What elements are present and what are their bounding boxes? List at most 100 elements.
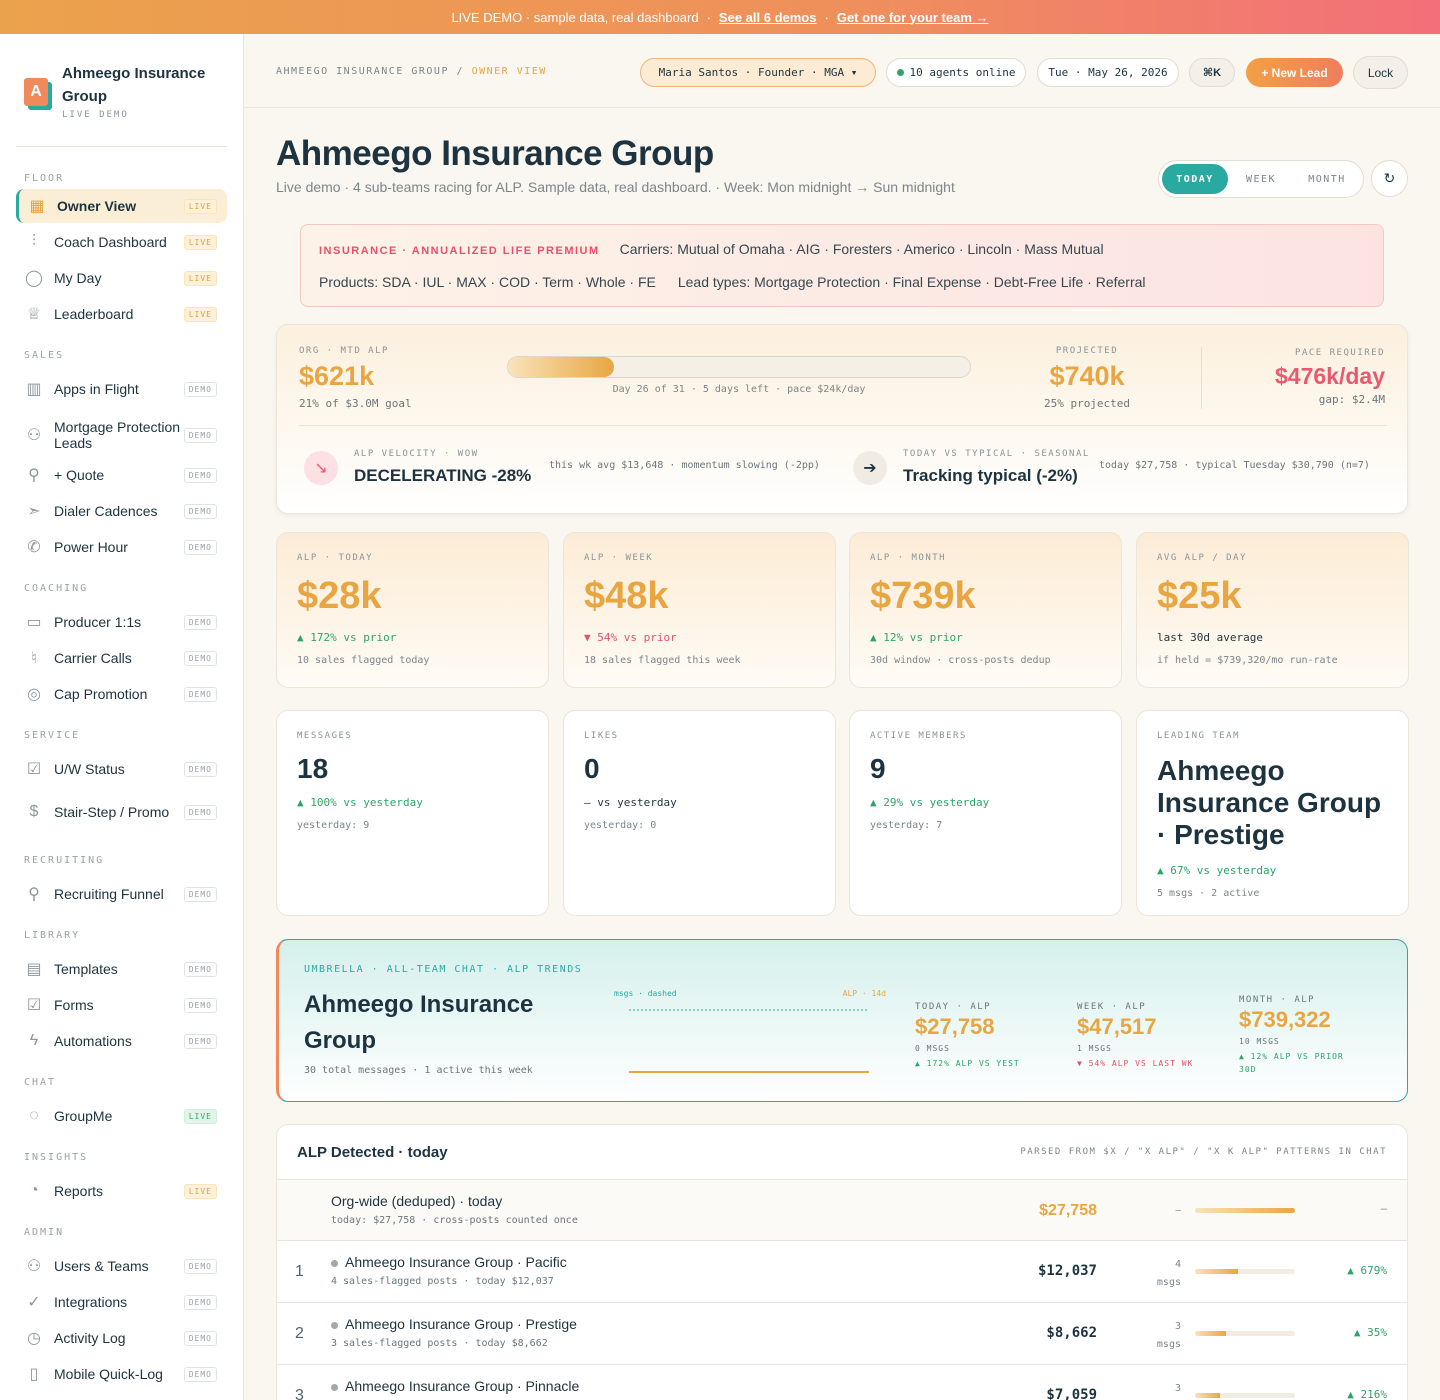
lock-button[interactable]: Lock — [1353, 56, 1408, 89]
umbrella-label: UMBRELLA · ALL-TEAM CHAT · ALP TRENDS — [304, 964, 583, 975]
refresh-button[interactable]: ↻ — [1371, 160, 1408, 197]
sidebar-item-label: Forms — [54, 997, 94, 1013]
sidebar-section-label: FLOOR — [24, 173, 65, 184]
table-row[interactable]: 2 Ahmeego Insurance Group · Prestige 3 sal… — [277, 1302, 1407, 1363]
table-row[interactable]: 1 Ahmeego Insurance Group · Pacific 4 sale… — [277, 1240, 1407, 1301]
table-row-org[interactable]: Org-wide (deduped) · today today: $27,75… — [277, 1179, 1407, 1240]
row-share-fill — [1195, 1393, 1220, 1398]
row-msgs-label: msgs — [1156, 1277, 1181, 1288]
sidebar-item-coach-dashboard[interactable]: ⫶ Coach Dashboard LIVE — [16, 225, 227, 259]
sidebar-section-label: SERVICE — [24, 730, 81, 741]
sidebar-item-apps-in-flight[interactable]: ▥ Apps in Flight DEMO — [16, 372, 227, 406]
status-badge: DEMO — [183, 1033, 217, 1049]
row-sub: 4 sales-flagged posts · today $12,037 — [331, 1276, 554, 1287]
breadcrumb-org[interactable]: AHMEEGO INSURANCE GROUP — [276, 66, 449, 77]
alp-card-3: AVG ALP / DAY $25k last 30d average if held… — [1136, 532, 1409, 688]
sidebar-item-quote[interactable]: ⚲ + Quote DEMO — [16, 458, 227, 492]
sidebar-item-label: Automations — [54, 1033, 132, 1049]
alp-card-1: ALP · WEEK $48k ▼ 54% vs prior 18 sales fla… — [563, 532, 836, 688]
tab-today[interactable]: TODAY — [1162, 164, 1228, 194]
sidebar-item-reports[interactable]: ◔ Reports LIVE — [16, 1174, 227, 1208]
card-value: $25k — [1157, 575, 1242, 617]
get-one-link[interactable]: Get one for your team → — [837, 10, 989, 25]
sidebar-item-automations[interactable]: ϟ Automations DEMO — [16, 1024, 227, 1058]
row-msgs: 3 msgs — [1149, 1318, 1181, 1354]
sidebar-item-carrier-calls[interactable]: ♮ Carrier Calls DEMO — [16, 641, 227, 675]
umbrella-col-label: TODAY · ALP — [915, 1002, 992, 1012]
sidebar-item-activity-log[interactable]: ◷ Activity Log DEMO — [16, 1321, 227, 1355]
row-share-fill — [1195, 1269, 1238, 1274]
sidebar-item-stair-step-promo[interactable]: $ Stair-Step / Promo DEMO — [16, 795, 227, 829]
status-badge: LIVE — [183, 234, 217, 250]
status-badge: DEMO — [183, 804, 217, 820]
status-badge: LIVE — [183, 198, 217, 214]
umbrella-col-msgs: 0 MSGS — [915, 1044, 950, 1053]
sidebar-item-label: Carrier Calls — [54, 650, 132, 666]
tab-week[interactable]: WEEK — [1228, 164, 1294, 194]
brand-sub: LIVE DEMO — [62, 110, 129, 120]
umbrella-card[interactable]: UMBRELLA · ALL-TEAM CHAT · ALP TRENDS Ah… — [276, 939, 1408, 1102]
row-name-text: Ahmeego Insurance Group · Prestige — [345, 1316, 577, 1332]
sidebar-item-label: Users & Teams — [54, 1258, 149, 1274]
sidebar-item-leaderboard[interactable]: ♕ Leaderboard LIVE — [16, 297, 227, 331]
sidebar-item-my-day[interactable]: ◯ My Day LIVE — [16, 261, 227, 295]
sidebar-item-integrations[interactable]: ✓ Integrations DEMO — [16, 1285, 227, 1319]
org-goal: 21% of $3.0M goal — [299, 397, 412, 410]
command-k-button[interactable]: ⌘K — [1189, 58, 1235, 87]
leading-team-name: Ahmeego Insurance Group · Prestige — [1157, 755, 1382, 850]
sidebar-section-label: RECRUITING — [24, 855, 105, 866]
sidebar-item-dialer-cadences[interactable]: ➣ Dialer Cadences DEMO — [16, 494, 227, 528]
row-msgs-count: 3 — [1174, 1321, 1181, 1332]
sidebar-item-recruiting-funnel[interactable]: ⚲ Recruiting Funnel DEMO — [16, 877, 227, 911]
lead-types-text: Lead types: Mortgage Protection · Final … — [677, 274, 1146, 290]
sidebar-item-mobile-quick-log[interactable]: ▯ Mobile Quick-Log DEMO — [16, 1357, 227, 1391]
users-icon: ⚇ — [26, 427, 42, 444]
umbrella-col-delta: ▲ 172% ALP VS YEST — [915, 1059, 1020, 1068]
row-share-bar — [1195, 1331, 1295, 1336]
umbrella-col-label: WEEK · ALP — [1077, 1002, 1147, 1012]
card-delta: ▼ 54% vs prior — [584, 631, 677, 644]
sidebar-item-label: Cap Promotion — [54, 686, 148, 702]
sidebar-item-power-hour[interactable]: ✆ Power Hour DEMO — [16, 530, 227, 564]
table-hint: PARSED FROM $X / "X ALP" / "X K ALP" PAT… — [1020, 1147, 1387, 1157]
sidebar-item-users-teams[interactable]: ⚇ Users & Teams DEMO — [16, 1249, 227, 1283]
sidebar-item-groupme[interactable]: ◌ GroupMe LIVE — [16, 1099, 227, 1133]
umbrella-note: 30 total messages · 1 active this week — [304, 1065, 533, 1076]
sidebar-item-label: Apps in Flight — [54, 381, 139, 397]
user-plus-icon: ⚲ — [28, 467, 40, 484]
sidebar-item-templates[interactable]: ▤ Templates DEMO — [16, 952, 227, 986]
sidebar-item-forms[interactable]: ☑ Forms DEMO — [16, 988, 227, 1022]
status-badge: DEMO — [183, 761, 217, 777]
card-label: ALP · MONTH — [870, 553, 947, 563]
sidebar-item-mortgage-protection-leads[interactable]: ⚇ Mortgage Protection Leads DEMO — [16, 415, 227, 455]
row-share-fill — [1195, 1331, 1226, 1336]
sidebar-item-owner-view[interactable]: ▦ Owner View LIVE — [16, 189, 227, 223]
kanban-icon: ▥ — [26, 381, 42, 398]
sidebar-section-label: INSIGHTS — [24, 1152, 89, 1163]
sidebar-item-label: Activity Log — [54, 1330, 126, 1346]
see-all-demos-link[interactable]: See all 6 demos — [719, 10, 817, 25]
row-pct: – — [1380, 1203, 1387, 1215]
sidebar-item-u-w-status[interactable]: ☑ U/W Status DEMO — [16, 752, 227, 786]
alp-card-0: ALP · TODAY $28k ▲ 172% vs prior 10 sales f… — [276, 532, 549, 688]
user-switcher[interactable]: Maria Santos · Founder · MGA ▾ — [640, 58, 876, 87]
sidebar-section-label: ADMIN — [24, 1227, 65, 1238]
velocity-value: DECELERATING -28% — [354, 466, 532, 485]
card-label: MESSAGES — [297, 731, 353, 741]
umbrella-col-value: $739,322 — [1239, 1007, 1331, 1032]
pace-note: gap: $2.4M — [1318, 393, 1385, 406]
status-badge: DEMO — [183, 1366, 217, 1382]
umbrella-col-msgs: 10 MSGS — [1239, 1037, 1280, 1046]
tab-month[interactable]: MONTH — [1294, 164, 1360, 194]
sidebar-section-label: LIBRARY — [24, 930, 81, 941]
sidebar-item-producer-1-1s[interactable]: ▭ Producer 1:1s DEMO — [16, 605, 227, 639]
sidebar-item-cap-promotion[interactable]: ◎ Cap Promotion DEMO — [16, 677, 227, 711]
sidebar-item-label: U/W Status — [54, 761, 125, 777]
row-msgs: – — [1175, 1205, 1181, 1216]
sidebar-section-label: SALES — [24, 350, 65, 361]
table-row[interactable]: 3Ahmeego Insurance Group · Pinnacle3 sal… — [277, 1364, 1407, 1400]
row-share-bar — [1195, 1393, 1295, 1398]
row-rank: 1 — [295, 1263, 304, 1280]
alp-detected-table: ALP Detected · today PARSED FROM $X / "X… — [276, 1124, 1408, 1400]
new-lead-button[interactable]: + New Lead — [1246, 58, 1343, 87]
